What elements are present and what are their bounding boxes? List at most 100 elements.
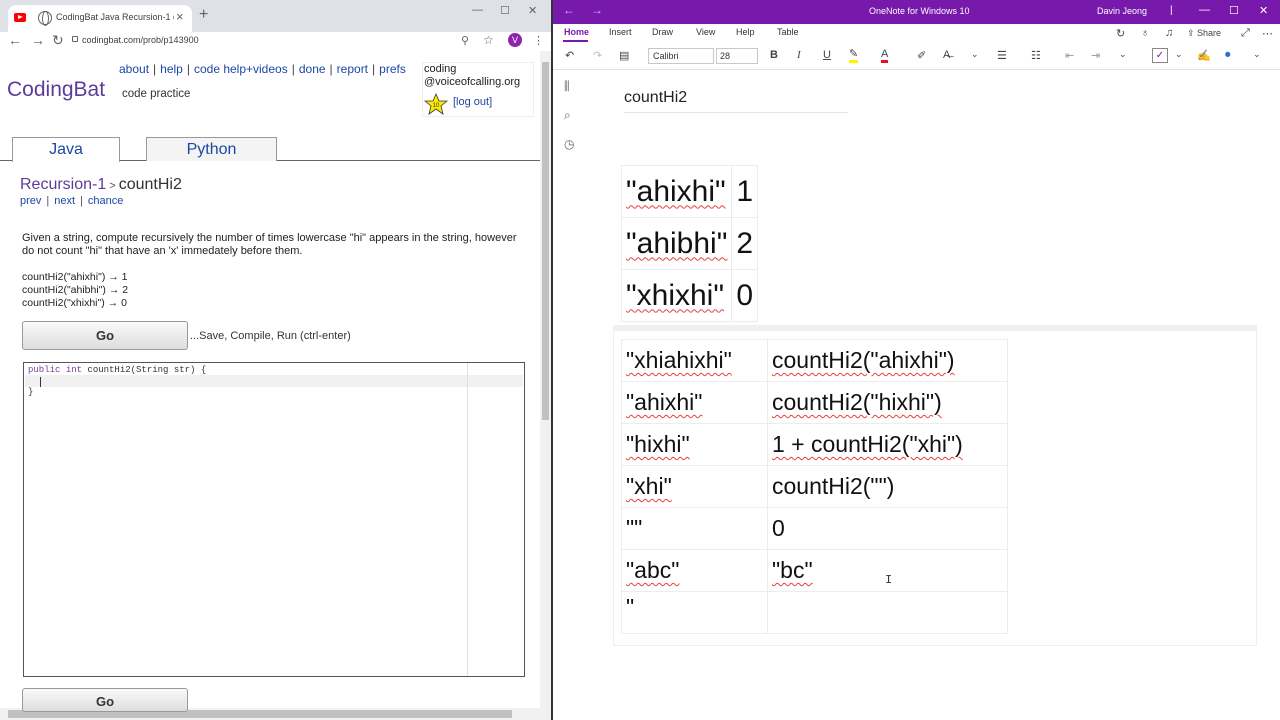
tag-chevron-icon[interactable]: ⌄ <box>1175 49 1183 60</box>
browser-tab[interactable]: CodingBat Java Recursion-1 cou × <box>8 5 192 32</box>
lightbulb-icon[interactable]: ♁ <box>1141 27 1149 39</box>
note-container-handle[interactable] <box>613 325 1257 331</box>
font-color-icon[interactable]: A <box>881 48 889 63</box>
logout-link[interactable]: [log out] <box>453 96 492 108</box>
menu-view[interactable]: View <box>696 27 715 37</box>
lock-icon[interactable] <box>72 36 78 42</box>
more-icon[interactable]: ⋯ <box>1262 27 1273 40</box>
underline-icon[interactable]: U <box>823 49 831 61</box>
ribbon-more-chevron-icon[interactable]: ⌄ <box>1253 49 1261 60</box>
styles-chevron-icon[interactable]: ⌄ <box>971 49 979 60</box>
close-tab-icon[interactable]: × <box>176 9 184 24</box>
table-cell[interactable]: "abc" <box>621 549 768 592</box>
indent-icon[interactable]: ⇥ <box>1091 49 1100 62</box>
go-button-bottom[interactable]: Go <box>22 688 188 712</box>
table-cell[interactable]: 2 <box>731 217 759 270</box>
forward-icon[interactable]: → <box>31 32 45 48</box>
search-icon[interactable]: ⌕ <box>564 108 571 123</box>
tab-java[interactable]: Java <box>12 137 120 162</box>
url-field[interactable]: codingbat.com/prob/p143900 <box>82 35 199 45</box>
clipboard-icon[interactable]: ▤ <box>619 49 629 62</box>
browser-menu-icon[interactable]: ⋮ <box>533 34 544 47</box>
spelling-icon[interactable]: ✍ <box>1197 49 1211 62</box>
menu-home[interactable]: Home <box>564 27 589 37</box>
table-cell[interactable]: 1 + countHi2("xhi") <box>767 423 1008 466</box>
prev-link[interactable]: prev <box>20 195 41 207</box>
table-cell[interactable]: "ahibhi" <box>620 217 733 270</box>
table-cell[interactable]: "" <box>621 507 768 550</box>
sync-icon[interactable]: ↻ <box>1116 27 1125 40</box>
bookmark-star-icon[interactable]: ☆ <box>483 33 494 47</box>
numbering-icon[interactable]: ☷ <box>1031 49 1041 62</box>
dictate-icon[interactable]: ⏺ <box>1225 49 1231 62</box>
back-icon[interactable]: ← <box>8 32 22 48</box>
format-painter-icon[interactable]: ✐ <box>917 49 926 62</box>
table-cell[interactable]: 0 <box>767 507 1008 550</box>
close-window-icon[interactable]: ✕ <box>1259 4 1268 17</box>
nav-help[interactable]: help <box>160 62 183 76</box>
breadcrumb-section[interactable]: Recursion-1 <box>20 176 106 193</box>
tab-python[interactable]: Python <box>146 137 277 161</box>
table-cell[interactable]: countHi2("") <box>767 465 1008 508</box>
scrollbar-thumb[interactable] <box>542 62 549 420</box>
bell-icon[interactable]: ♫ <box>1165 27 1173 39</box>
trace-table[interactable]: "xhiahixhi" countHi2("ahixhi") "ahixhi" co… <box>621 339 1008 634</box>
youtube-icon[interactable] <box>14 13 26 22</box>
table-cell[interactable]: 1 <box>731 165 759 218</box>
new-tab-icon[interactable]: + <box>199 6 208 24</box>
menu-table[interactable]: Table <box>777 27 799 37</box>
forward-arrow-icon[interactable]: → <box>591 3 603 17</box>
next-link[interactable]: next <box>54 195 75 207</box>
examples-table[interactable]: "ahixhi" 1 "ahibhi" 2 "xhixhi" 0 <box>620 165 759 322</box>
go-button[interactable]: Go <box>22 321 188 350</box>
italic-icon[interactable]: I <box>797 49 801 61</box>
back-arrow-icon[interactable]: ← <box>563 3 575 17</box>
font-name-field[interactable]: Calibri <box>648 48 714 64</box>
nav-about[interactable]: about <box>119 62 149 76</box>
chance-link[interactable]: chance <box>88 195 123 207</box>
table-cell[interactable]: "ahixhi" <box>621 381 768 424</box>
menu-insert[interactable]: Insert <box>609 27 632 37</box>
close-window-icon[interactable]: ✕ <box>528 4 537 17</box>
site-logo[interactable]: CodingBat <box>7 78 105 102</box>
table-cell[interactable] <box>767 591 1008 634</box>
page-title[interactable]: countHi2 <box>624 89 687 107</box>
table-cell[interactable]: "xhixhi" <box>620 269 733 322</box>
undo-icon[interactable]: ↶ <box>565 49 574 62</box>
minimize-icon[interactable]: — <box>1199 4 1210 16</box>
nav-done[interactable]: done <box>299 62 326 76</box>
profile-avatar[interactable]: V <box>508 33 522 47</box>
nav-report[interactable]: report <box>337 62 368 76</box>
code-editor[interactable]: public int countHi2(String str) { } <box>23 362 525 677</box>
table-cell[interactable]: "hixhi" <box>621 423 768 466</box>
menu-help[interactable]: Help <box>736 27 755 37</box>
todo-checkbox-icon[interactable]: ✓ <box>1152 48 1168 63</box>
clear-format-icon[interactable]: A̶ <box>943 49 950 61</box>
menu-draw[interactable]: Draw <box>652 27 673 37</box>
table-cell[interactable]: countHi2("ahixhi") <box>767 339 1008 382</box>
maximize-icon[interactable]: ☐ <box>1229 4 1239 17</box>
nav-code-help-videos[interactable]: code help+videos <box>194 62 288 76</box>
notebooks-icon[interactable]: ⫼ <box>564 79 570 94</box>
redo-icon[interactable]: ↷ <box>593 49 602 62</box>
fullscreen-icon[interactable]: ⤢ <box>1241 27 1250 40</box>
minimize-icon[interactable]: — <box>472 4 483 16</box>
table-cell[interactable]: "xhiahixhi" <box>621 339 768 382</box>
paragraph-chevron-icon[interactable]: ⌄ <box>1119 49 1127 60</box>
nav-prefs[interactable]: prefs <box>379 62 406 76</box>
maximize-icon[interactable]: ☐ <box>500 4 510 17</box>
table-cell[interactable]: 0 <box>731 269 759 322</box>
font-size-field[interactable]: 28 <box>716 48 758 64</box>
share-button[interactable]: ⇪ Share <box>1187 28 1221 39</box>
bullets-icon[interactable]: ☰ <box>997 49 1007 62</box>
user-name[interactable]: Davin Jeong <box>1097 6 1147 16</box>
highlight-icon[interactable]: ✎ <box>849 48 859 63</box>
table-cell[interactable]: " <box>621 591 768 634</box>
table-cell[interactable]: "xhi" <box>621 465 768 508</box>
reload-icon[interactable]: ↻ <box>52 32 64 49</box>
table-cell[interactable]: countHi2("hixhi") <box>767 381 1008 424</box>
zoom-icon[interactable]: ⚲ <box>461 34 469 47</box>
bold-icon[interactable]: B <box>770 49 778 61</box>
table-cell[interactable]: "ahixhi" <box>620 165 733 218</box>
recent-icon[interactable]: ◷ <box>564 137 574 151</box>
